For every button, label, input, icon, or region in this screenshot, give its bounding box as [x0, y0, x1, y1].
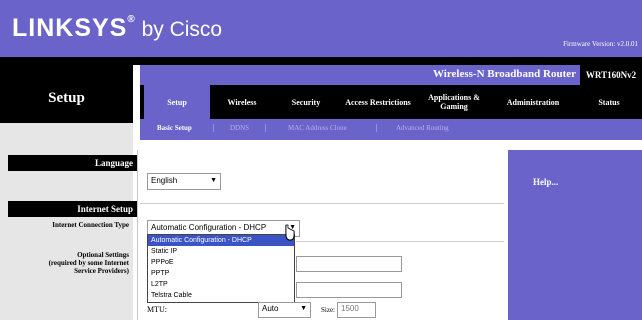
tab-security[interactable]: Security	[274, 85, 338, 119]
tab-applications-gaming[interactable]: Applications & Gaming	[418, 85, 490, 119]
optional-settings-label: Optional Settings	[77, 251, 129, 259]
optional-text-field[interactable]	[296, 282, 402, 298]
subtab-separator: |	[265, 123, 267, 132]
subtab-ddns[interactable]: DDNS	[230, 124, 249, 132]
product-bar: Wireless-N Broadband Router WRT160Nv2	[140, 65, 642, 85]
mouse-pointer-icon	[285, 224, 295, 241]
internet-setup-header: Internet Setup	[8, 201, 137, 217]
tab-access-restrictions[interactable]: Access Restrictions	[338, 85, 418, 119]
chevron-down-icon: ▼	[210, 177, 217, 184]
dropdown-option[interactable]: L2TP	[148, 279, 294, 290]
main-tabs: Setup Wireless Security Access Restricti…	[140, 85, 642, 119]
optional-settings-note: (required by some Internet	[48, 259, 129, 267]
connection-type-label: Internet Connection Type	[52, 221, 129, 229]
language-header: Language	[8, 155, 137, 171]
left-label-column: Language Internet Setup Internet Connect…	[0, 123, 137, 320]
subtab-separator: |	[213, 123, 215, 132]
subtab-basic-setup[interactable]: Basic Setup	[157, 124, 192, 132]
page-title: Setup	[48, 90, 85, 106]
divider	[296, 241, 504, 242]
band-top	[133, 57, 642, 65]
header-banner: LINKSYS® by Cisco Firmware Version: v2.0…	[0, 0, 642, 57]
mtu-size-input[interactable]: 1500	[337, 302, 376, 318]
column-divider	[137, 150, 138, 320]
sub-tabs: Basic Setup | DDNS | MAC Address Clone |…	[140, 119, 642, 140]
firmware-version: Firmware Version: v2.0.01	[563, 40, 638, 48]
chevron-down-icon: ▼	[300, 305, 307, 312]
help-panel	[508, 150, 642, 320]
subtab-advanced-routing[interactable]: Advanced Routing	[396, 124, 449, 132]
language-value: English	[151, 176, 178, 185]
tab-administration[interactable]: Administration	[490, 85, 576, 119]
tab-wireless[interactable]: Wireless	[210, 85, 274, 119]
mtu-label: MTU:	[147, 305, 167, 314]
linksys-logo: LINKSYS® by Cisco	[12, 14, 223, 42]
model-number: WRT160Nv2	[580, 65, 642, 85]
dropdown-option[interactable]: PPTP	[148, 268, 294, 279]
dropdown-option[interactable]: Telstra Cable	[148, 290, 294, 301]
dropdown-option[interactable]: Static IP	[148, 246, 294, 257]
connection-type-value: Automatic Configuration - DHCP	[151, 223, 267, 232]
product-title: Wireless-N Broadband Router	[432, 68, 576, 80]
subtab-mac-address-clone[interactable]: MAC Address Clone	[288, 124, 347, 132]
dropdown-option[interactable]: Automatic Configuration - DHCP	[148, 235, 294, 246]
tab-status[interactable]: Status	[576, 85, 642, 119]
divider	[140, 203, 504, 204]
help-link[interactable]: Help...	[533, 177, 558, 187]
subtab-separator: |	[376, 123, 378, 132]
mtu-mode-value: Auto	[262, 304, 279, 313]
mtu-size-label: Size:	[321, 306, 335, 314]
connection-type-dropdown: Automatic Configuration - DHCP Static IP…	[147, 234, 295, 303]
optional-text-field[interactable]	[296, 256, 402, 272]
dropdown-option[interactable]: PPPoE	[148, 257, 294, 268]
language-select[interactable]: English ▼	[147, 173, 221, 190]
tab-setup[interactable]: Setup	[144, 85, 210, 119]
optional-settings-note-2: Service Providers)	[74, 267, 129, 275]
mtu-mode-select[interactable]: Auto ▼	[258, 302, 311, 318]
